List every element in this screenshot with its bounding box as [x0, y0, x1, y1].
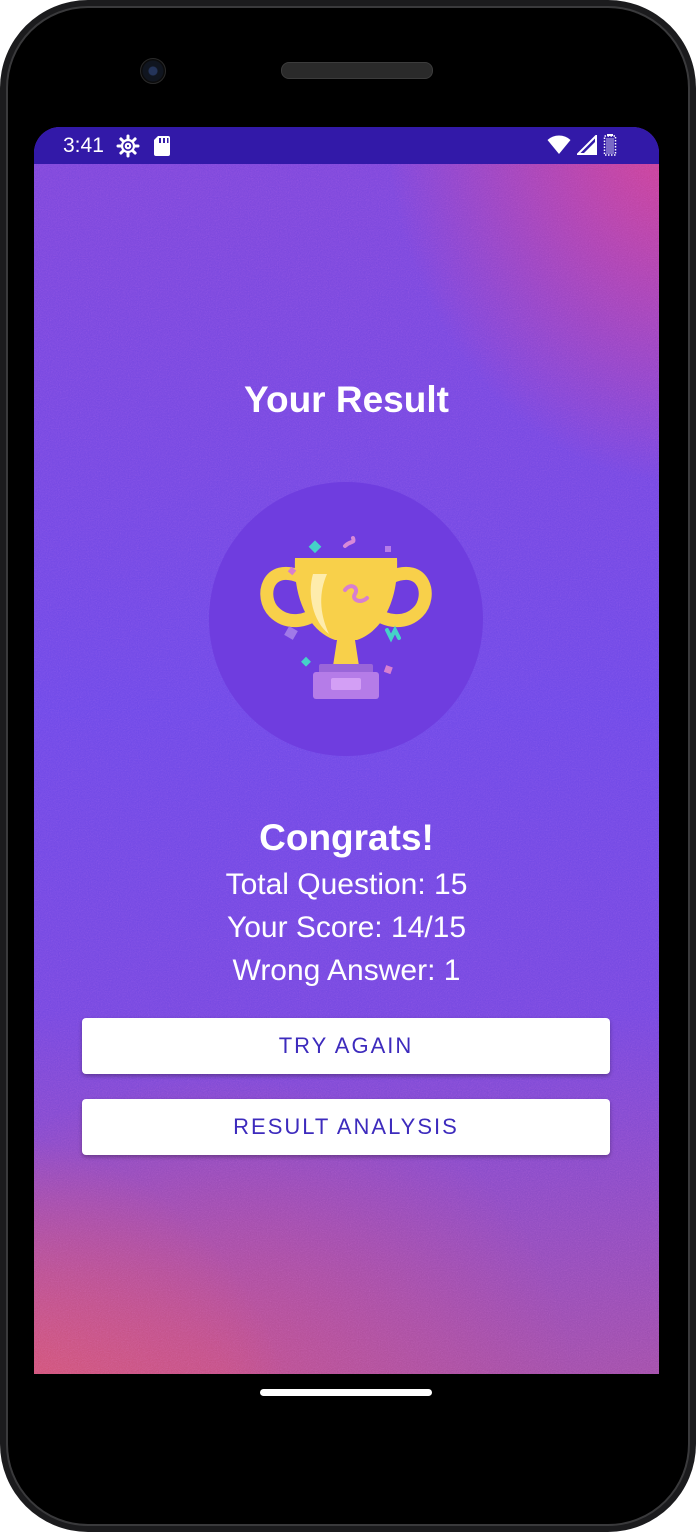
earpiece-speaker [281, 62, 433, 79]
wifi-icon [547, 135, 571, 160]
cell-signal-icon [575, 133, 597, 160]
score-text: Your Score: 14/15 [226, 911, 467, 944]
noise-texture [34, 164, 659, 1374]
sd-card-icon [152, 134, 172, 163]
page-title: Your Result [244, 379, 449, 420]
total-question-text: Total Question: 15 [225, 868, 468, 901]
phone-frame: 3:41 Your Result Congrats! Total Questio… [0, 0, 696, 1532]
try-again-button[interactable]: TRY AGAIN [82, 1018, 610, 1074]
settings-gear-icon [116, 134, 140, 163]
trophy-badge [209, 482, 483, 756]
front-camera [140, 58, 166, 84]
wrong-answer-text: Wrong Answer: 1 [232, 954, 461, 987]
trophy-icon [260, 536, 432, 699]
gradient-background [34, 164, 659, 1374]
gesture-nav-handle[interactable] [260, 1389, 432, 1396]
battery-icon [603, 134, 617, 161]
congrats-heading: Congrats! [259, 817, 434, 858]
result-analysis-button[interactable]: RESULT ANALYSIS [82, 1099, 610, 1155]
app-screen: 3:41 Your Result Congrats! Total Questio… [34, 127, 659, 1374]
status-bar: 3:41 [34, 127, 659, 164]
status-time: 3:41 [63, 134, 104, 157]
